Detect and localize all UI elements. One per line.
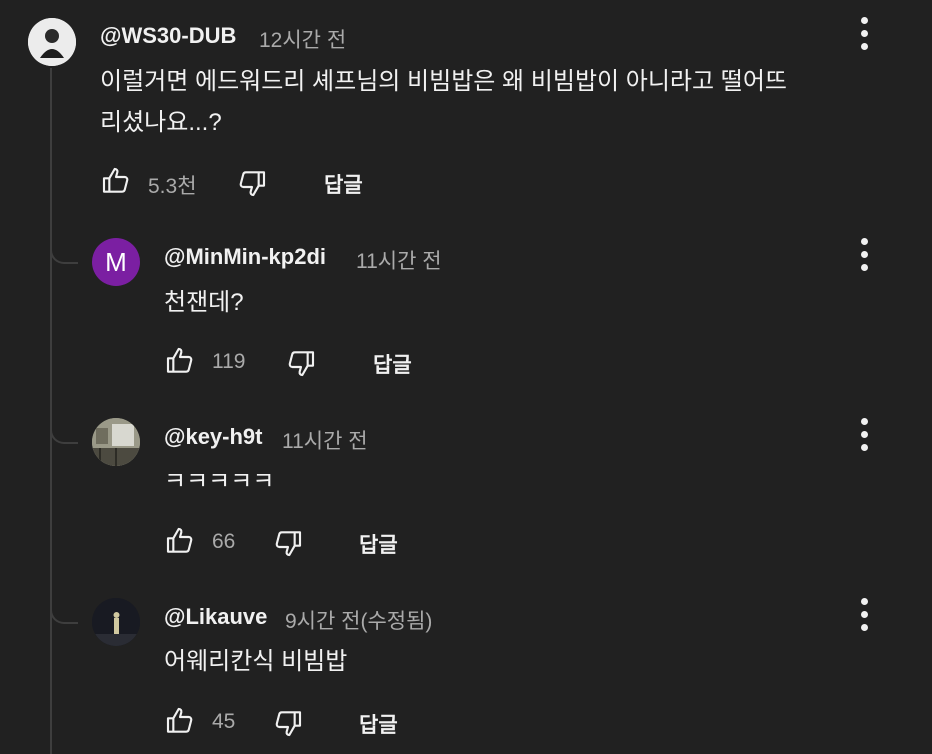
reply-author[interactable]: @key-h9t (164, 424, 262, 450)
reply-text: ㅋㅋㅋㅋㅋ (164, 468, 275, 495)
reply-timestamp[interactable]: 9시간 전(수정됨) (285, 605, 432, 635)
thumbs-up-icon (166, 527, 193, 553)
profile-photo-icon (92, 598, 140, 646)
reply-author[interactable]: @Likauve (164, 604, 267, 630)
avatar[interactable] (28, 18, 76, 66)
reply-timestamp[interactable]: 11시간 전 (282, 425, 368, 455)
dislike-button[interactable] (272, 707, 304, 744)
avatar[interactable] (92, 418, 140, 466)
dislike-button[interactable] (236, 167, 268, 204)
avatar[interactable] (92, 598, 140, 646)
thread-branch (50, 246, 78, 264)
like-button[interactable] (100, 165, 132, 202)
more-options-button[interactable] (849, 594, 879, 634)
comment-text-line: 이럴거면 에드워드리 셰프님의 비빔밥은 왜 비빔밥이 아니라고 떨어뜨 (100, 68, 787, 95)
thumbs-up-icon (166, 707, 193, 733)
thumbs-up-icon (166, 347, 193, 373)
reply-button[interactable]: 답글 (373, 349, 412, 379)
reply-button[interactable]: 답글 (359, 709, 398, 739)
avatar[interactable]: M (92, 238, 140, 286)
profile-photo-icon (92, 418, 140, 466)
more-options-button[interactable] (849, 13, 879, 53)
comment-text-line: 리셨나요...? (100, 109, 222, 136)
dislike-button[interactable] (272, 527, 304, 564)
like-count: 119 (212, 350, 246, 373)
like-count: 45 (212, 710, 236, 733)
more-options-button[interactable] (849, 234, 879, 274)
reply-text: 어웨리칸식 비빔밥 (164, 648, 348, 675)
thumbs-down-icon (288, 351, 315, 377)
more-vertical-icon (860, 237, 868, 245)
like-count: 5.3천 (148, 175, 197, 198)
avatar-letter: M (105, 246, 127, 277)
thumbs-down-icon (275, 531, 302, 557)
thumbs-down-icon (239, 171, 266, 197)
thread-line (50, 68, 52, 754)
reply-text: 천잰데? (164, 289, 244, 316)
reply-button[interactable]: 답글 (324, 169, 363, 199)
dislike-button[interactable] (285, 347, 317, 384)
comment-thread: @WS30-DUB 12시간 전 이럴거면 에드워드리 셰프님의 비빔밥은 왜 … (0, 0, 932, 754)
like-button[interactable] (164, 705, 196, 742)
like-button[interactable] (164, 525, 196, 562)
reply-author[interactable]: @MinMin-kp2di (164, 244, 326, 270)
thread-branch (50, 426, 78, 444)
more-vertical-icon (860, 597, 868, 605)
reply-timestamp[interactable]: 11시간 전 (356, 245, 442, 275)
like-button[interactable] (164, 345, 196, 382)
profile-photo-icon (28, 18, 76, 66)
more-options-button[interactable] (849, 414, 879, 454)
comment-timestamp[interactable]: 12시간 전 (259, 24, 346, 54)
more-vertical-icon (860, 417, 868, 425)
reply-button[interactable]: 답글 (359, 529, 398, 559)
comment-author[interactable]: @WS30-DUB (100, 23, 236, 49)
more-vertical-icon (860, 16, 868, 24)
thumbs-up-icon (102, 167, 129, 193)
thumbs-down-icon (275, 711, 302, 737)
like-count: 66 (212, 530, 236, 553)
comment-text: 이럴거면 에드워드리 셰프님의 비빔밥은 왜 비빔밥이 아니라고 떨어뜨 리셨나… (100, 61, 787, 143)
thread-branch (50, 606, 78, 624)
